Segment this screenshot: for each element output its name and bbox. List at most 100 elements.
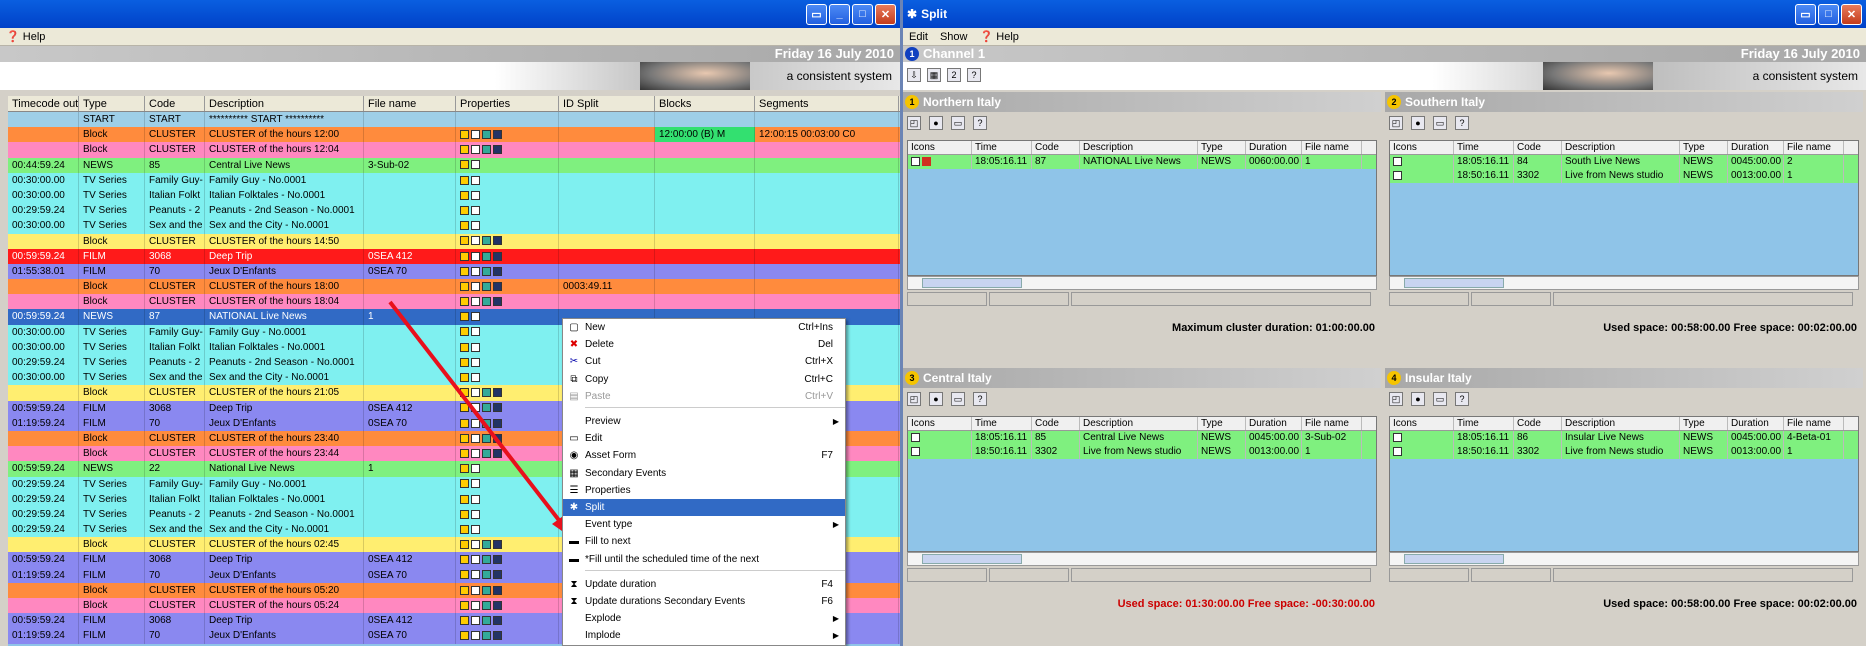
menu-item-paste[interactable]: ▤ Paste Ctrl+V	[563, 388, 845, 405]
menu-item-explode[interactable]: Explode ▶	[563, 610, 845, 627]
menu-item-fill-to-next[interactable]: ▬ Fill to next	[563, 533, 845, 550]
menu-item-asset-form[interactable]: ◉ Asset Form F7	[563, 447, 845, 464]
list-column-header[interactable]: File name	[1784, 141, 1844, 154]
menu-item-secondary-events[interactable]: ▦ Secondary Events	[563, 465, 845, 482]
column-header[interactable]: Code	[145, 96, 205, 111]
maximize-icon[interactable]: □	[852, 3, 873, 25]
list-column-header[interactable]: Type	[1198, 417, 1246, 430]
record-icon[interactable]: ●	[1411, 116, 1425, 130]
list-row[interactable]: 18:05:16.11 84 South Live News NEWS 0045:00.…	[1390, 155, 1858, 169]
menu-item-fill-until-the-scheduled-time-of-the-next[interactable]: ▬ *Fill until the scheduled time of the n…	[563, 550, 845, 567]
table-row[interactable]: 00:59:59.24 FILM 3068 Deep Trip 0SEA 412	[8, 248, 900, 264]
menu-item-preview[interactable]: Preview ▶	[563, 413, 845, 430]
table-row[interactable]: Block CLUSTER CLUSTER of the hours 12:04	[8, 142, 900, 158]
table-row[interactable]: Block CLUSTER CLUSTER of the hours 18:04	[8, 294, 900, 310]
menu-item-new[interactable]: ▢ New Ctrl+Ins	[563, 319, 845, 336]
table-row[interactable]: 00:30:00.00 TV Series Italian Folkt Italian…	[8, 187, 900, 204]
list-column-header[interactable]: Type	[1198, 141, 1246, 154]
panel-event-list[interactable]: Icons Time Code Description Type Duration File…	[1389, 416, 1859, 552]
column-header[interactable]: Segments	[755, 96, 899, 111]
menu-item-event-type[interactable]: Event type ▶	[563, 516, 845, 533]
table-row[interactable]: 00:30:00.00 TV Series Family Guy- Family Gu…	[8, 172, 900, 188]
menu-help[interactable]: ❓ Help	[6, 30, 57, 43]
menu-item-split[interactable]: ✱ Split	[563, 498, 845, 517]
window-icon[interactable]: ▭	[951, 116, 965, 130]
menu-item-copy[interactable]: ⧉ Copy Ctrl+C	[563, 371, 845, 388]
menu-item-update-duration[interactable]: ⧗ Update duration F4	[563, 576, 845, 593]
scroll-thumb[interactable]	[1404, 278, 1504, 288]
restore-icon[interactable]: ▭	[1795, 3, 1816, 25]
panel-event-list[interactable]: Icons Time Code Description Type Duration File…	[907, 140, 1377, 276]
list-column-header[interactable]: Duration	[1728, 141, 1784, 154]
menu-item-properties[interactable]: ☰ Properties	[563, 482, 845, 499]
maximize-icon[interactable]: □	[1818, 3, 1839, 25]
horizontal-scrollbar[interactable]	[1389, 552, 1859, 566]
restore-icon[interactable]: ▭	[806, 3, 827, 25]
context-help-icon[interactable]: ?	[1455, 392, 1469, 406]
menu-item-update-durations-secondary-events[interactable]: ⧗ Update durations Secondary Events F6	[563, 593, 845, 610]
window-icon[interactable]: ▭	[951, 392, 965, 406]
context-help-icon[interactable]: ?	[967, 68, 981, 82]
column-header[interactable]: Type	[79, 96, 145, 111]
list-row[interactable]: 18:05:16.11 87 NATIONAL Live News NEWS 0060:…	[908, 155, 1376, 169]
column-header[interactable]: Timecode out	[8, 96, 79, 111]
grid-view-icon[interactable]: ▦	[927, 68, 941, 82]
table-row[interactable]: 00:29:59.24 TV Series Peanuts - 2 Peanuts -…	[8, 203, 900, 219]
list-row[interactable]: 18:05:16.11 86 Insular Live News NEWS 0045:0…	[1390, 431, 1858, 445]
record-icon[interactable]: ●	[1411, 392, 1425, 406]
list-column-header[interactable]: Icons	[908, 417, 972, 430]
panel-event-list[interactable]: Icons Time Code Description Type Duration File…	[1389, 140, 1859, 276]
list-column-header[interactable]: Time	[1454, 417, 1514, 430]
horizontal-scrollbar[interactable]	[907, 552, 1377, 566]
context-help-icon[interactable]: ?	[1455, 116, 1469, 130]
column-header[interactable]: Blocks	[655, 96, 755, 111]
list-row[interactable]: 18:50:16.11 3302 Live from News studio NEWS…	[1390, 445, 1858, 459]
scroll-thumb[interactable]	[922, 554, 1022, 564]
download-icon[interactable]: ⇩	[907, 68, 921, 82]
list-row[interactable]: 18:05:16.11 85 Central Live News NEWS 0045:0…	[908, 431, 1376, 445]
scroll-thumb[interactable]	[1404, 554, 1504, 564]
window-icon[interactable]: ▭	[1433, 392, 1447, 406]
close-icon[interactable]: ✕	[875, 3, 896, 25]
context-help-icon[interactable]: ?	[973, 116, 987, 130]
context-help-icon[interactable]: ?	[973, 392, 987, 406]
list-column-header[interactable]: Time	[972, 141, 1032, 154]
table-row[interactable]: 00:30:00.00 TV Series Sex and the Sex and t…	[8, 218, 900, 234]
close-icon[interactable]: ✕	[1841, 3, 1862, 25]
list-column-header[interactable]: Duration	[1246, 141, 1302, 154]
list-row[interactable]: 18:50:16.11 3302 Live from News studio NEWS…	[1390, 169, 1858, 183]
panel-event-list[interactable]: Icons Time Code Description Type Duration File…	[907, 416, 1377, 552]
list-column-header[interactable]: Type	[1680, 141, 1728, 154]
list-row[interactable]: 18:50:16.11 3302 Live from News studio NEWS…	[908, 445, 1376, 459]
record-icon[interactable]: ●	[929, 116, 943, 130]
list-column-header[interactable]: Icons	[908, 141, 972, 154]
table-row[interactable]: Block CLUSTER CLUSTER of the hours 12:00 12…	[8, 127, 900, 143]
list-column-header[interactable]: Icons	[1390, 141, 1454, 154]
folder-icon[interactable]: ◰	[907, 116, 921, 130]
list-column-header[interactable]: Description	[1080, 141, 1198, 154]
table-row[interactable]: 01:55:38.01 FILM 70 Jeux D'Enfants 0SEA 70	[8, 263, 900, 280]
menu-help[interactable]: ❓ Help	[980, 30, 1031, 43]
column-header[interactable]: ID Split	[559, 96, 655, 111]
list-column-header[interactable]: File name	[1784, 417, 1844, 430]
window-icon[interactable]: ▭	[1433, 116, 1447, 130]
menu-show[interactable]: Show	[940, 31, 968, 43]
list-column-header[interactable]: File name	[1302, 417, 1362, 430]
folder-icon[interactable]: ◰	[1389, 392, 1403, 406]
list-column-header[interactable]: Time	[972, 417, 1032, 430]
record-icon[interactable]: ●	[929, 392, 943, 406]
list-column-header[interactable]: Description	[1562, 141, 1680, 154]
list-column-header[interactable]: Time	[1454, 141, 1514, 154]
menu-item-cut[interactable]: ✂ Cut Ctrl+X	[563, 353, 845, 370]
menu-item-implode[interactable]: Implode ▶	[563, 627, 845, 644]
folder-icon[interactable]: ◰	[907, 392, 921, 406]
horizontal-scrollbar[interactable]	[907, 276, 1377, 290]
list-column-header[interactable]: Icons	[1390, 417, 1454, 430]
scroll-thumb[interactable]	[922, 278, 1022, 288]
table-row[interactable]: Block CLUSTER CLUSTER of the hours 18:00 00…	[8, 279, 900, 295]
list-column-header[interactable]: Code	[1032, 141, 1080, 154]
menu-edit[interactable]: Edit	[909, 31, 928, 43]
list-column-header[interactable]: Description	[1080, 417, 1198, 430]
list-column-header[interactable]: Description	[1562, 417, 1680, 430]
list-column-header[interactable]: Duration	[1246, 417, 1302, 430]
